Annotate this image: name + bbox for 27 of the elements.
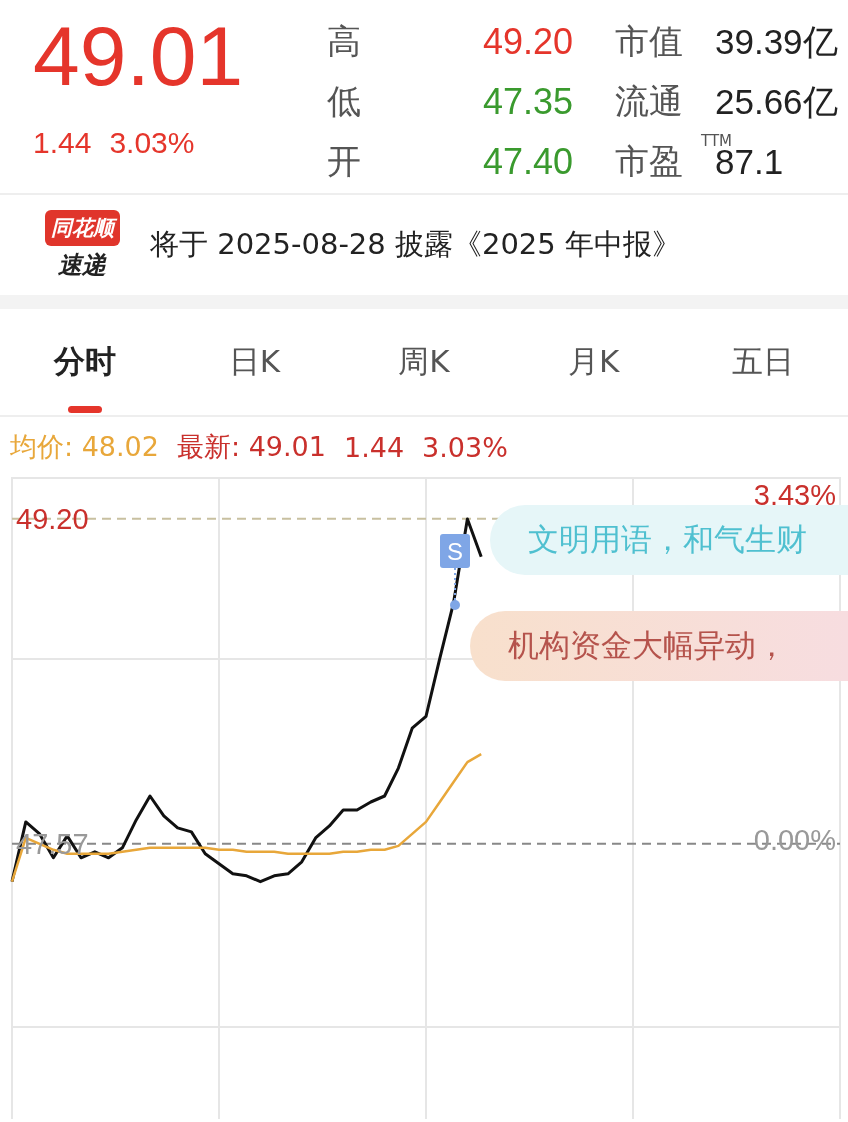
average-price: 均价: 48.02 (10, 430, 159, 464)
metric-label: 流通 (615, 80, 684, 123)
chart-tab[interactable]: 月K (508, 309, 679, 415)
stat-label: 低 (327, 80, 361, 123)
chart-tab[interactable]: 五日 (678, 309, 848, 415)
metric-value: 25.66亿 (715, 80, 838, 123)
chart-tab[interactable]: 分时 (0, 309, 170, 415)
latest-percent: 3.03% (422, 431, 508, 463)
last-price: 49.01 (33, 14, 245, 98)
percent-change: 3.03% (109, 126, 195, 160)
price-axis-label: 49.20 (16, 501, 89, 536)
stat-value: 47.40 (482, 141, 573, 183)
stat-value: 47.35 (482, 81, 573, 123)
stat-value: 49.20 (482, 21, 573, 63)
latest-change: 1.44 (343, 431, 405, 463)
news-logo: 同花顺 速递 (38, 209, 126, 281)
metric-label: 市值 (615, 20, 684, 63)
stat-label: 高 (327, 20, 361, 63)
latest-price: 最新: 49.01 (177, 430, 326, 464)
metric-value: 39.39亿 (715, 20, 838, 63)
percent-axis-label: 0.00% (753, 823, 836, 857)
chart-tab[interactable]: 周K (339, 309, 509, 415)
stat-label: 开 (327, 140, 361, 183)
price-change: 1.44 (33, 126, 92, 160)
chart-tab[interactable]: 日K (169, 309, 340, 415)
comment-bubble[interactable]: 机构资金大幅异动， (470, 611, 848, 681)
news-text[interactable]: 将于 2025-08-28 披露《2025 年中报》 (150, 225, 681, 265)
